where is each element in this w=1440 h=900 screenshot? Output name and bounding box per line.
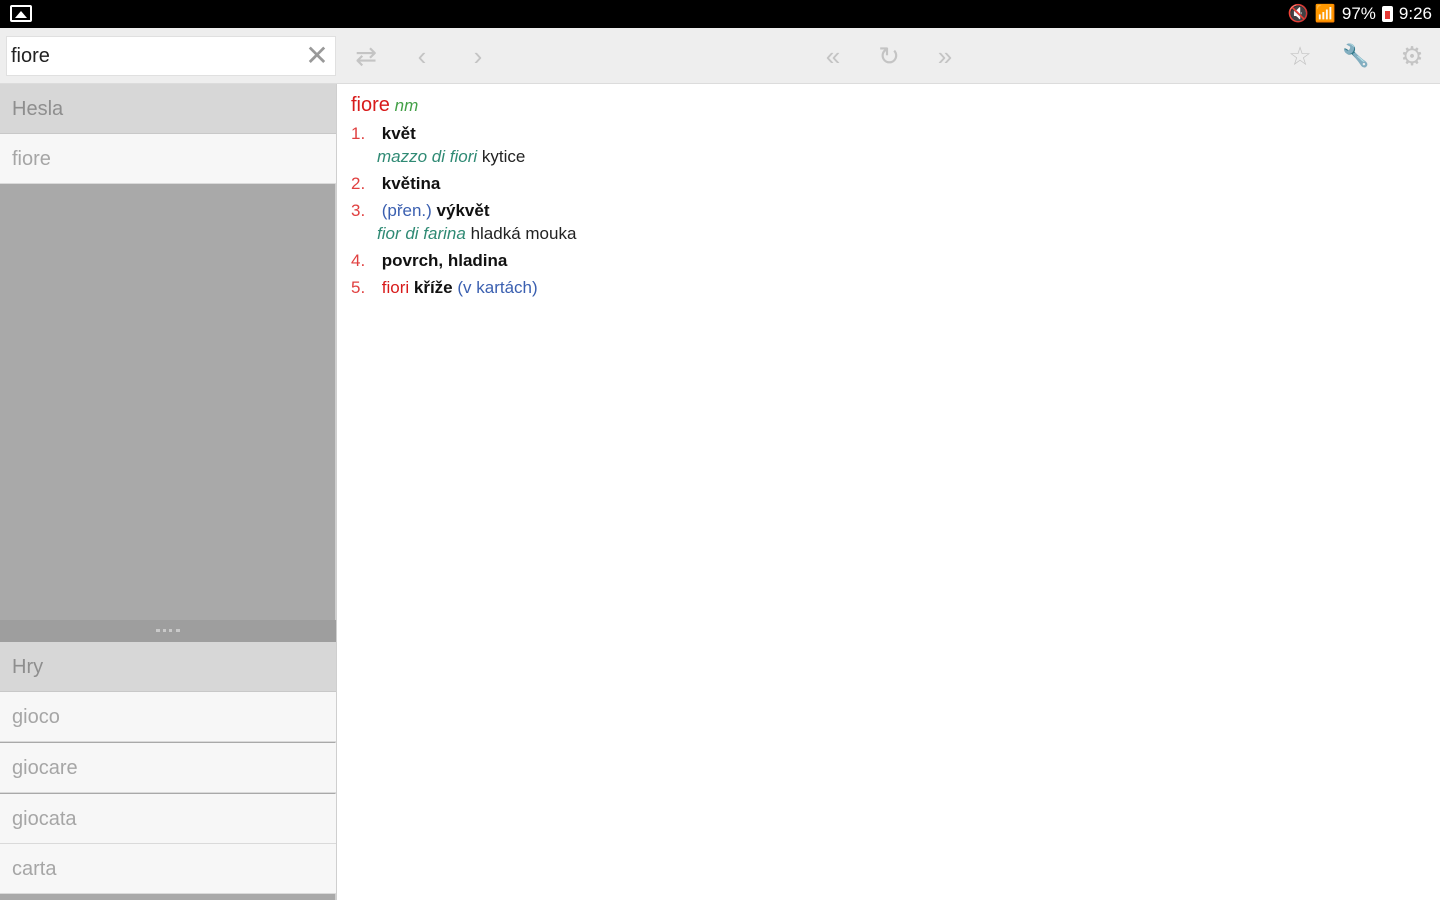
sense-1-example: mazzo di fiori kytice bbox=[377, 147, 525, 167]
sense-translation: výkvět bbox=[436, 201, 490, 220]
headwords-header-label: Hesla bbox=[12, 98, 64, 120]
left-panel: Hesla fiore Hry gioco giocare giocata ca… bbox=[0, 84, 337, 900]
sense-4: 4. povrch, hladina bbox=[351, 251, 507, 271]
sense-number: 3. bbox=[351, 201, 366, 220]
game-item[interactable]: giocata bbox=[0, 794, 336, 844]
sense-5: 5. fiori kříže (v kartách) bbox=[351, 278, 538, 298]
games-header-label: Hry bbox=[12, 656, 44, 678]
game-item-label: carta bbox=[12, 858, 57, 880]
sense-1: 1. květ bbox=[351, 124, 416, 144]
clock: 9:26 bbox=[1398, 4, 1432, 23]
sense-translation: květ bbox=[381, 124, 416, 143]
example-czech: hladká mouka bbox=[470, 224, 577, 243]
entry-pos: nm bbox=[394, 96, 419, 115]
wifi-icon: 📶 bbox=[1314, 4, 1336, 23]
sense-translation: květina bbox=[381, 174, 441, 193]
entry-headword: fiore bbox=[351, 94, 390, 116]
sense-note: (přen.) bbox=[381, 201, 432, 220]
drag-handle-icon[interactable] bbox=[156, 629, 180, 632]
sense-number: 1. bbox=[351, 124, 366, 143]
gallery-icon bbox=[10, 5, 32, 22]
forward-icon[interactable]: › bbox=[460, 38, 496, 74]
clear-icon[interactable]: ✕ bbox=[303, 42, 331, 71]
sense-2: 2. květina bbox=[351, 174, 440, 194]
sense-italian: fiori bbox=[381, 278, 410, 297]
battery-percent: 97% bbox=[1341, 4, 1376, 23]
last-icon[interactable]: » bbox=[927, 38, 963, 74]
panel-divider[interactable] bbox=[0, 620, 336, 642]
star-icon[interactable]: ☆ bbox=[1282, 38, 1318, 74]
status-bar: 🔇 📶 97% 9:26 bbox=[0, 0, 1440, 28]
game-item-label: giocare bbox=[12, 757, 78, 779]
swap-languages-icon[interactable]: ⇄ bbox=[348, 38, 384, 74]
sense-3: 3. (přen.) výkvět bbox=[351, 201, 489, 221]
sense-translation: kříže bbox=[413, 278, 453, 297]
game-item-label: gioco bbox=[12, 706, 60, 728]
game-item[interactable]: carta bbox=[0, 844, 336, 894]
headword-item-label: fiore bbox=[12, 148, 51, 170]
example-italian: mazzo di fiori bbox=[377, 147, 478, 166]
sense-number: 4. bbox=[351, 251, 366, 270]
game-item-label: giocata bbox=[12, 808, 77, 830]
headword-item[interactable]: fiore bbox=[0, 134, 336, 184]
game-item[interactable]: giocare bbox=[0, 743, 336, 793]
search-box: ✕ bbox=[6, 36, 336, 76]
sense-3-example: fior di farina hladká mouka bbox=[377, 224, 576, 244]
example-czech: kytice bbox=[481, 147, 526, 166]
search-input[interactable] bbox=[11, 41, 301, 71]
status-right: 🔇 📶 97% 9:26 bbox=[1288, 3, 1432, 25]
games-header: Hry bbox=[0, 642, 336, 692]
battery-icon bbox=[1381, 6, 1393, 22]
mute-icon: 🔇 bbox=[1287, 4, 1309, 23]
entry-header: fiore nm bbox=[351, 94, 418, 117]
first-icon[interactable]: « bbox=[815, 38, 851, 74]
example-italian: fior di farina bbox=[377, 224, 466, 243]
headwords-header: Hesla bbox=[0, 84, 336, 134]
toolbar: ✕ ⇄ ‹ › « ↻ » ☆ 🔧 ⚙ bbox=[0, 28, 1440, 84]
game-item[interactable]: gioco bbox=[0, 692, 336, 742]
sense-number: 5. bbox=[351, 278, 366, 297]
back-icon[interactable]: ‹ bbox=[404, 38, 440, 74]
sense-number: 2. bbox=[351, 174, 366, 193]
sense-translation: povrch, hladina bbox=[381, 251, 508, 270]
refresh-icon[interactable]: ↻ bbox=[871, 38, 907, 74]
tools-icon[interactable]: 🔧 bbox=[1338, 38, 1374, 74]
settings-icon[interactable]: ⚙ bbox=[1394, 38, 1430, 74]
sense-note: (v kartách) bbox=[457, 278, 538, 297]
entry-content: fiore nm 1. květ mazzo di fiori kytice 2… bbox=[339, 84, 1440, 900]
